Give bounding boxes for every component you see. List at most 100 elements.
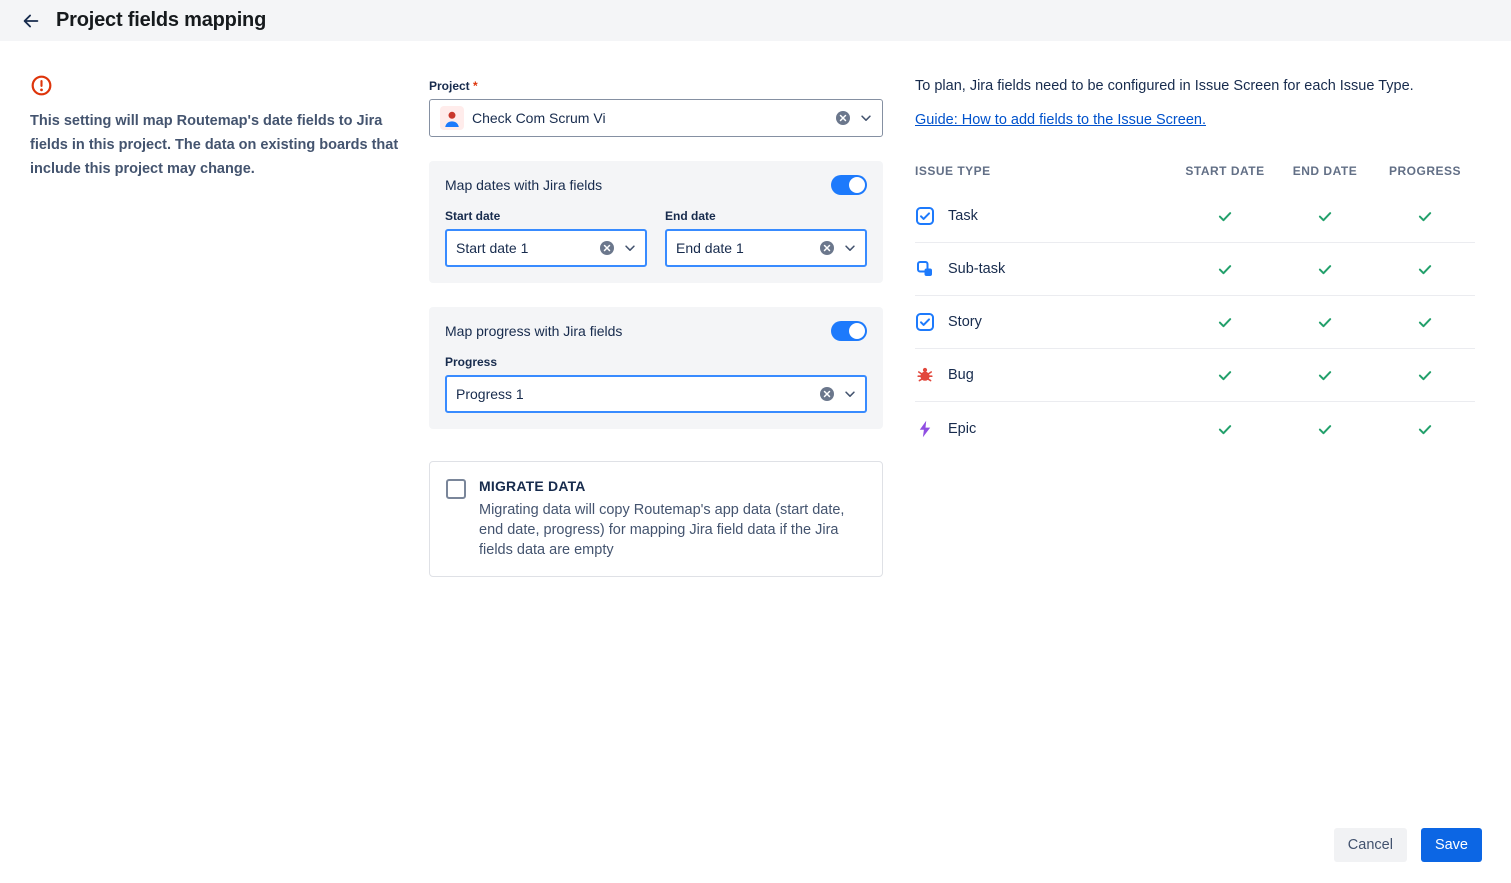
migrate-data-card: MIGRATE DATA Migrating data will copy Ro… — [429, 461, 883, 577]
mapping-form: Project * Check Com Scrum Vi Map dates w… — [429, 78, 883, 577]
column-header-progress: PROGRESS — [1375, 164, 1475, 178]
start-date-check — [1175, 313, 1275, 331]
issue-type-label: Bug — [948, 367, 974, 383]
task-icon — [915, 206, 935, 226]
column-header-issue-type: ISSUE TYPE — [915, 164, 1175, 178]
end-date-check — [1275, 313, 1375, 331]
progress-select[interactable]: Progress 1 — [445, 375, 867, 413]
check-icon — [1416, 420, 1434, 438]
subtask-icon — [915, 259, 935, 279]
check-icon — [1316, 313, 1334, 331]
map-progress-title: Map progress with Jira fields — [445, 323, 622, 339]
clear-project-button[interactable] — [835, 110, 851, 126]
toggle-knob — [849, 177, 865, 193]
table-row: Story — [915, 296, 1475, 349]
progress-check — [1375, 366, 1475, 384]
warning-icon — [30, 74, 53, 97]
issue-type-label: Story — [948, 314, 982, 330]
cancel-button[interactable]: Cancel — [1334, 828, 1407, 862]
clear-icon — [835, 110, 851, 126]
map-dates-toggle[interactable] — [831, 175, 867, 195]
project-avatar-icon — [440, 106, 464, 130]
issue-type-label: Sub-task — [948, 261, 1005, 277]
start-date-check — [1175, 366, 1275, 384]
top-bar: Project fields mapping — [0, 0, 1511, 41]
check-icon — [1216, 313, 1234, 331]
progress-check — [1375, 313, 1475, 331]
progress-check — [1375, 260, 1475, 278]
info-panel: This setting will map Routemap's date fi… — [30, 74, 402, 181]
story-icon — [915, 312, 935, 332]
migrate-data-description: Migrating data will copy Routemap's app … — [479, 500, 857, 560]
start-date-label: Start date — [445, 208, 647, 224]
start-date-select[interactable]: Start date 1 — [445, 229, 647, 267]
project-select-value: Check Com Scrum Vi — [472, 110, 827, 126]
check-icon — [1416, 313, 1434, 331]
chevron-down-icon — [859, 111, 873, 125]
clear-end-date-button[interactable] — [819, 240, 835, 256]
footer-actions: Cancel Save — [1334, 828, 1482, 862]
table-row: Task — [915, 190, 1475, 243]
table-row: Epic — [915, 402, 1475, 455]
project-select[interactable]: Check Com Scrum Vi — [429, 99, 883, 137]
required-asterisk: * — [473, 79, 478, 93]
progress-check — [1375, 207, 1475, 225]
check-icon — [1316, 366, 1334, 384]
clear-icon — [599, 240, 615, 256]
epic-icon — [915, 419, 935, 439]
progress-value: Progress 1 — [456, 386, 811, 402]
map-dates-card: Map dates with Jira fields Start date St… — [429, 161, 883, 283]
arrow-left-icon — [20, 10, 42, 32]
issue-screen-panel: To plan, Jira fields need to be configur… — [915, 78, 1475, 455]
check-icon — [1316, 260, 1334, 278]
chevron-down-icon — [623, 241, 637, 255]
end-date-value: End date 1 — [676, 240, 811, 256]
migrate-data-checkbox[interactable] — [446, 479, 466, 499]
start-date-check — [1175, 260, 1275, 278]
check-icon — [1316, 207, 1334, 225]
save-button[interactable]: Save — [1421, 828, 1482, 862]
project-label-text: Project — [429, 79, 470, 93]
end-date-check — [1275, 260, 1375, 278]
end-date-check — [1275, 207, 1375, 225]
clear-icon — [819, 240, 835, 256]
clear-progress-button[interactable] — [819, 386, 835, 402]
table-row: Sub-task — [915, 243, 1475, 296]
check-icon — [1216, 366, 1234, 384]
chevron-down-icon — [843, 387, 857, 401]
migrate-data-title: MIGRATE DATA — [479, 478, 857, 494]
check-icon — [1216, 260, 1234, 278]
map-dates-title: Map dates with Jira fields — [445, 177, 602, 193]
chevron-down-icon — [843, 241, 857, 255]
issue-type-table: ISSUE TYPE START DATE END DATE PROGRESS … — [915, 152, 1475, 455]
toggle-knob — [849, 323, 865, 339]
info-text: This setting will map Routemap's date fi… — [30, 109, 402, 181]
column-header-end-date: END DATE — [1275, 164, 1375, 178]
start-date-value: Start date 1 — [456, 240, 591, 256]
bug-icon — [915, 365, 935, 385]
guide-link[interactable]: Guide: How to add fields to the Issue Sc… — [915, 112, 1206, 128]
start-date-check — [1175, 420, 1275, 438]
check-icon — [1416, 366, 1434, 384]
end-date-check — [1275, 366, 1375, 384]
check-icon — [1316, 420, 1334, 438]
issue-type-label: Task — [948, 208, 978, 224]
project-field-label: Project * — [429, 78, 883, 94]
end-date-check — [1275, 420, 1375, 438]
issue-type-label: Epic — [948, 421, 976, 437]
back-button[interactable] — [18, 8, 44, 34]
end-date-label: End date — [665, 208, 867, 224]
start-date-check — [1175, 207, 1275, 225]
progress-check — [1375, 420, 1475, 438]
clear-icon — [819, 386, 835, 402]
map-progress-toggle[interactable] — [831, 321, 867, 341]
page-title: Project fields mapping — [56, 9, 266, 32]
clear-start-date-button[interactable] — [599, 240, 615, 256]
end-date-select[interactable]: End date 1 — [665, 229, 867, 267]
panel-intro-text: To plan, Jira fields need to be configur… — [915, 78, 1475, 94]
table-row: Bug — [915, 349, 1475, 402]
check-icon — [1416, 260, 1434, 278]
progress-label: Progress — [445, 354, 867, 370]
table-header-row: ISSUE TYPE START DATE END DATE PROGRESS — [915, 152, 1475, 190]
column-header-start-date: START DATE — [1175, 164, 1275, 178]
